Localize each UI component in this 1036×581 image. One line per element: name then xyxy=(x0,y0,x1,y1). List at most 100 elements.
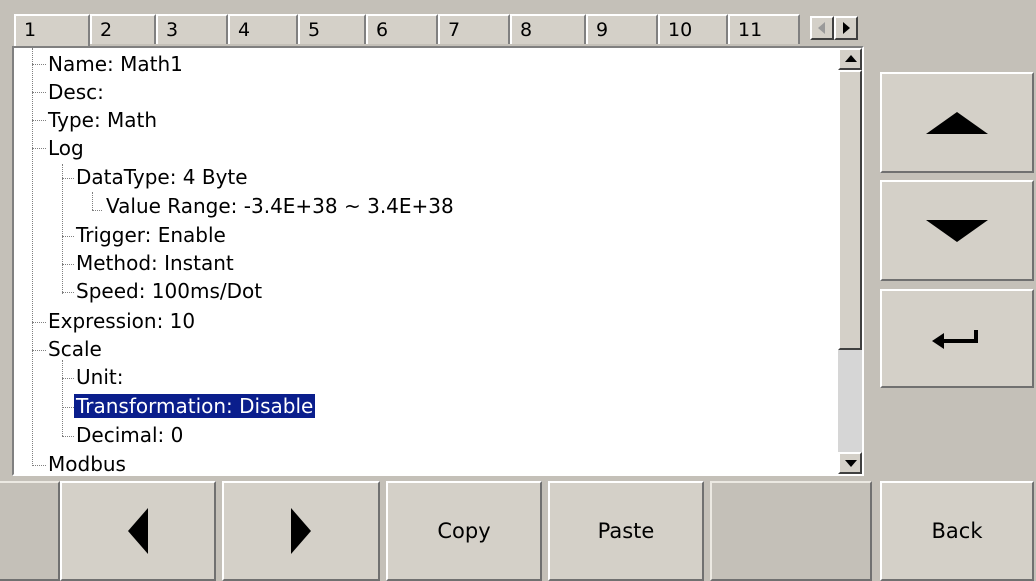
tab-label: 4 xyxy=(238,19,251,41)
tree-branch xyxy=(62,436,74,437)
tree-branch xyxy=(92,210,102,211)
back-label: Back xyxy=(931,519,983,543)
tree-node-label: Log xyxy=(48,136,84,160)
tab-4[interactable]: 4 xyxy=(228,14,298,44)
move-up-button[interactable] xyxy=(880,72,1034,173)
tab-label: 9 xyxy=(596,19,609,41)
up-arrow-icon xyxy=(926,111,988,134)
tree-branch xyxy=(32,322,46,323)
tree-node-label: Name: Math1 xyxy=(48,52,183,76)
filler-left-button xyxy=(0,481,60,581)
enter-button[interactable] xyxy=(880,289,1034,388)
tree-node-unit[interactable]: Unit: xyxy=(74,363,125,391)
tree-node-label: Modbus xyxy=(48,452,126,476)
tree-view[interactable]: Name: Math1 Desc: Type: Math Log DataTyp… xyxy=(14,48,834,476)
tree-panel: Name: Math1 Desc: Type: Math Log DataTyp… xyxy=(12,46,864,476)
tree-branch xyxy=(32,148,46,149)
tree-branch xyxy=(32,92,46,93)
tab-label: 8 xyxy=(520,19,533,41)
down-arrow-icon xyxy=(926,219,988,242)
tab-label: 11 xyxy=(738,19,763,41)
tab-5[interactable]: 5 xyxy=(298,14,366,44)
tree-node-label: Expression: 10 xyxy=(48,309,196,333)
tab-2[interactable]: 2 xyxy=(90,14,156,44)
tab-label: 5 xyxy=(308,19,321,41)
tab-label: 3 xyxy=(166,19,179,41)
move-down-button[interactable] xyxy=(880,180,1034,281)
tree-node-method[interactable]: Method: Instant xyxy=(74,249,236,277)
tree-node-transformation[interactable]: Transformation: Disable xyxy=(72,392,317,420)
tree-node-label: Speed: 100ms/Dot xyxy=(76,279,263,303)
scroll-down-button[interactable] xyxy=(838,452,862,474)
paste-label: Paste xyxy=(597,519,655,543)
scroll-up-icon xyxy=(845,55,857,62)
tree-node-label: Unit: xyxy=(76,365,124,389)
tab-11[interactable]: 11 xyxy=(728,14,800,44)
tree-branch xyxy=(32,465,46,466)
left-triangle-icon xyxy=(818,22,825,34)
tree-node-label: Desc: xyxy=(48,80,104,104)
tree-branch xyxy=(62,264,74,265)
tab-3[interactable]: 3 xyxy=(156,14,228,44)
tree-branch xyxy=(32,64,46,65)
tree-node-label: Method: Instant xyxy=(76,251,234,275)
next-button[interactable] xyxy=(222,481,380,581)
left-arrow-icon xyxy=(128,508,148,554)
tree-branch xyxy=(62,292,74,293)
tab-label: 10 xyxy=(668,19,693,41)
vertical-scrollbar[interactable] xyxy=(838,48,862,474)
filler-middle-button xyxy=(710,481,872,581)
tab-strip: 1 2 3 4 5 6 7 8 9 10 11 xyxy=(14,14,862,46)
back-button[interactable]: Back xyxy=(880,481,1034,581)
tree-node-label: Decimal: 0 xyxy=(76,423,184,447)
paste-button[interactable]: Paste xyxy=(548,481,704,581)
tree-node-log[interactable]: Log xyxy=(46,134,86,162)
right-arrow-icon xyxy=(291,508,311,554)
tree-branch xyxy=(62,178,74,179)
tree-node-value-range[interactable]: Value Range: -3.4E+38 ~ 3.4E+38 xyxy=(104,192,456,220)
tree-datatype-line xyxy=(92,192,93,210)
tab-8[interactable]: 8 xyxy=(510,14,586,44)
tree-branch xyxy=(62,407,74,408)
tab-10[interactable]: 10 xyxy=(658,14,728,44)
tree-root-line xyxy=(32,48,33,466)
tree-node-label: DataType: 4 Byte xyxy=(76,165,248,189)
tab-6[interactable]: 6 xyxy=(366,14,438,44)
scroll-up-button[interactable] xyxy=(838,48,862,70)
tree-branch xyxy=(62,378,74,379)
tree-node-label: Trigger: Enable xyxy=(76,223,226,247)
tree-node-speed[interactable]: Speed: 100ms/Dot xyxy=(74,277,264,305)
right-triangle-icon xyxy=(843,22,850,34)
previous-button[interactable] xyxy=(60,481,216,581)
tree-node-decimal[interactable]: Decimal: 0 xyxy=(74,421,185,449)
tree-node-label: Type: Math xyxy=(48,108,158,132)
tree-log-line xyxy=(62,164,63,294)
tree-node-datatype[interactable]: DataType: 4 Byte xyxy=(74,163,250,191)
tree-branch xyxy=(62,236,74,237)
scroll-thumb[interactable] xyxy=(838,70,862,350)
tab-label: 1 xyxy=(24,19,37,41)
tab-1[interactable]: 1 xyxy=(14,14,90,46)
tree-node-label: Value Range: -3.4E+38 ~ 3.4E+38 xyxy=(106,194,454,218)
tab-scroll-left-button[interactable] xyxy=(810,16,834,40)
tree-node-expression[interactable]: Expression: 10 xyxy=(46,307,197,335)
tab-scroll-right-button[interactable] xyxy=(834,16,858,40)
copy-button[interactable]: Copy xyxy=(386,481,542,581)
tree-branch xyxy=(32,120,46,121)
tree-scale-line xyxy=(62,360,63,436)
tree-node-type[interactable]: Type: Math xyxy=(46,106,159,134)
tab-9[interactable]: 9 xyxy=(586,14,658,44)
tab-7[interactable]: 7 xyxy=(438,14,510,44)
tab-label: 6 xyxy=(376,19,389,41)
scroll-down-icon xyxy=(845,460,857,467)
copy-label: Copy xyxy=(437,519,491,543)
tab-label: 7 xyxy=(448,19,461,41)
tree-node-trigger[interactable]: Trigger: Enable xyxy=(74,221,228,249)
tree-node-name[interactable]: Name: Math1 xyxy=(46,50,185,78)
tree-node-label: Scale xyxy=(48,337,102,361)
tree-node-scale[interactable]: Scale xyxy=(46,335,104,363)
tree-branch xyxy=(32,350,46,351)
tree-node-modbus[interactable]: Modbus xyxy=(46,450,128,476)
tree-node-desc[interactable]: Desc: xyxy=(46,78,106,106)
tab-label: 2 xyxy=(100,19,113,41)
